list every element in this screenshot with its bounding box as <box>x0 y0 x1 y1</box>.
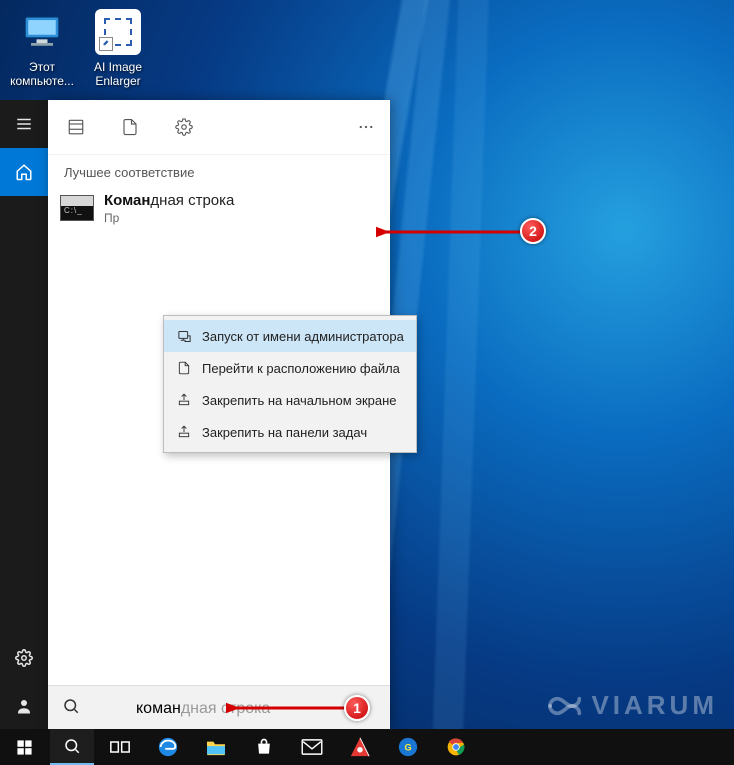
admin-icon <box>176 329 192 344</box>
ctx-pin-taskbar[interactable]: Закрепить на панели задач <box>164 416 416 448</box>
ctx-run-as-admin[interactable]: Запуск от имени администратора <box>164 320 416 352</box>
filter-apps-icon[interactable] <box>60 111 92 143</box>
svg-text:G: G <box>404 743 411 753</box>
context-menu: Запуск от имени администратора Перейти к… <box>163 315 417 453</box>
ctx-label: Закрепить на начальном экране <box>202 393 397 408</box>
search-icon <box>62 697 80 720</box>
watermark: VIARUM <box>539 690 718 721</box>
desktop-icon-this-pc[interactable]: Этот компьюте... <box>4 8 80 88</box>
start-sidebar <box>0 100 48 730</box>
annotation-badge-1: 1 <box>344 695 370 721</box>
taskbar-chrome[interactable] <box>434 729 478 765</box>
desktop-icon-label: AI Image Enlarger <box>80 60 156 88</box>
filter-documents-icon[interactable] <box>114 111 146 143</box>
taskbar-mail[interactable] <box>290 729 334 765</box>
infinity-icon <box>539 692 583 720</box>
best-match-header: Лучшее соответствие <box>48 155 390 188</box>
result-text: Командная строка Пр <box>104 192 234 225</box>
annotation-arrow-2 <box>376 222 526 242</box>
ctx-label: Перейти к расположению файла <box>202 361 400 376</box>
cmd-icon: C:\_ <box>60 195 94 221</box>
ctx-open-location[interactable]: Перейти к расположению файла <box>164 352 416 384</box>
location-icon <box>176 361 192 375</box>
search-panel: Лучшее соответствие C:\_ Командная строк… <box>48 100 390 730</box>
this-pc-icon <box>18 8 66 56</box>
start-button[interactable] <box>2 729 46 765</box>
task-view-button[interactable] <box>98 729 142 765</box>
taskbar-store[interactable] <box>242 729 286 765</box>
search-result-cmd[interactable]: C:\_ Командная строка Пр <box>48 188 390 225</box>
more-button[interactable] <box>350 111 382 143</box>
pin-start-icon <box>176 393 192 407</box>
ctx-label: Закрепить на панели задач <box>202 425 367 440</box>
taskbar-app-a[interactable] <box>338 729 382 765</box>
search-box[interactable]: командная строка <box>48 685 390 730</box>
filter-tabs <box>48 100 390 155</box>
ctx-label: Запуск от имени администратора <box>202 329 404 344</box>
desktop-icon-label: Этот компьюте... <box>4 60 80 88</box>
desktop: Этот компьюте... AI Image Enlarger <box>0 0 734 765</box>
search-input[interactable] <box>92 699 376 717</box>
ai-enlarger-icon <box>94 8 142 56</box>
taskbar: G <box>0 729 734 765</box>
annotation-badge-2: 2 <box>520 218 546 244</box>
taskbar-app-b[interactable]: G <box>386 729 430 765</box>
taskbar-edge[interactable] <box>146 729 190 765</box>
home-button[interactable] <box>0 148 48 196</box>
user-button[interactable] <box>0 682 48 730</box>
desktop-icon-ai-enlarger[interactable]: AI Image Enlarger <box>80 8 156 88</box>
taskbar-explorer[interactable] <box>194 729 238 765</box>
filter-settings-icon[interactable] <box>168 111 200 143</box>
settings-button[interactable] <box>0 634 48 682</box>
taskbar-search-button[interactable] <box>50 729 94 765</box>
pin-taskbar-icon <box>176 425 192 439</box>
hamburger-button[interactable] <box>0 100 48 148</box>
ctx-pin-start[interactable]: Закрепить на начальном экране <box>164 384 416 416</box>
